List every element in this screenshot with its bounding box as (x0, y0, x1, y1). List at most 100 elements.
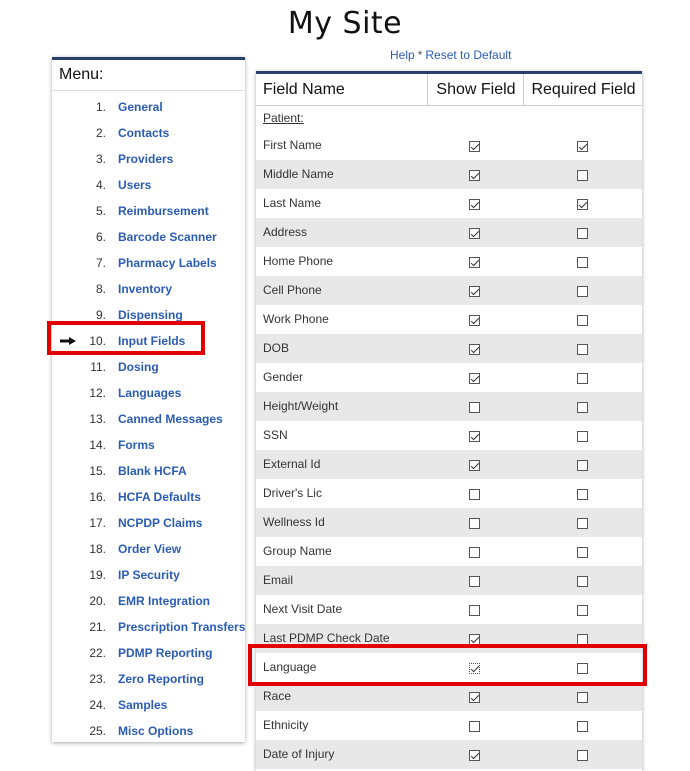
menu-item-label[interactable]: Prescription Transfers (118, 614, 245, 640)
header-field-name: Field Name (263, 81, 345, 98)
menu-item-label[interactable]: EMR Integration (118, 588, 210, 614)
menu-item[interactable]: 20. EMR Integration (52, 588, 245, 614)
show-field-checkbox[interactable] (469, 460, 480, 471)
show-field-checkbox[interactable] (469, 141, 480, 152)
required-field-checkbox[interactable] (577, 692, 588, 703)
menu-item-label[interactable]: Pharmacy Labels (118, 250, 217, 276)
menu-item-label[interactable]: Inventory (118, 276, 172, 302)
menu-item-label[interactable]: Forms (118, 432, 155, 458)
required-field-checkbox[interactable] (577, 141, 588, 152)
required-field-checkbox[interactable] (577, 547, 588, 558)
menu-item[interactable]: 25. Misc Options (52, 718, 245, 744)
menu-item[interactable]: 9. Dispensing (52, 302, 245, 328)
help-link[interactable]: Help (390, 48, 415, 62)
required-field-checkbox[interactable] (577, 344, 588, 355)
menu-item-label[interactable]: Input Fields (118, 328, 185, 354)
menu-item[interactable]: 7. Pharmacy Labels (52, 250, 245, 276)
required-field-checkbox[interactable] (577, 199, 588, 210)
menu-item[interactable]: 19. IP Security (52, 562, 245, 588)
show-field-checkbox[interactable] (469, 431, 480, 442)
menu-item-label[interactable]: Languages (118, 380, 181, 406)
menu-item-label[interactable]: Reimbursement (118, 198, 209, 224)
menu-item[interactable]: 11. Dosing (52, 354, 245, 380)
menu-item[interactable]: 5. Reimbursement (52, 198, 245, 224)
show-field-checkbox[interactable] (469, 170, 480, 181)
menu-item-label[interactable]: Misc Options (118, 718, 193, 744)
menu-item[interactable]: 15. Blank HCFA (52, 458, 245, 484)
menu-item[interactable]: 24. Samples (52, 692, 245, 718)
menu-item-label[interactable]: Dispensing (118, 302, 183, 328)
menu-item[interactable]: 14. Forms (52, 432, 245, 458)
menu-item-label[interactable]: Blank HCFA (118, 458, 187, 484)
required-field-checkbox[interactable] (577, 721, 588, 732)
menu-item-label[interactable]: Users (118, 172, 151, 198)
show-field-checkbox[interactable] (469, 605, 480, 616)
menu-item-label[interactable]: NCPDP Claims (118, 510, 202, 536)
required-field-checkbox[interactable] (577, 489, 588, 500)
menu-item[interactable]: 18. Order View (52, 536, 245, 562)
menu-item-label[interactable]: General (118, 94, 163, 120)
show-field-checkbox[interactable] (469, 663, 480, 674)
menu-item-label[interactable]: Barcode Scanner (118, 224, 217, 250)
menu-item-label[interactable]: Providers (118, 146, 173, 172)
menu-item-label[interactable]: Samples (118, 692, 167, 718)
required-field-checkbox[interactable] (577, 518, 588, 529)
required-field-checkbox[interactable] (577, 634, 588, 645)
required-field-checkbox[interactable] (577, 286, 588, 297)
menu-item-label[interactable]: Canned Messages (118, 406, 223, 432)
menu-item[interactable]: 4. Users (52, 172, 245, 198)
show-field-checkbox[interactable] (469, 315, 480, 326)
show-field-checkbox[interactable] (469, 402, 480, 413)
show-field-checkbox[interactable] (469, 373, 480, 384)
required-field-checkbox[interactable] (577, 402, 588, 413)
show-field-checkbox[interactable] (469, 344, 480, 355)
required-field-checkbox[interactable] (577, 257, 588, 268)
menu-item[interactable]: 16. HCFA Defaults (52, 484, 245, 510)
menu-item-label[interactable]: Dosing (118, 354, 159, 380)
reset-to-default-link[interactable]: Reset to Default (425, 48, 511, 62)
menu-panel: Menu: 1. General 2. Contacts 3. Providers 4. Us… (52, 57, 245, 742)
required-field-checkbox[interactable] (577, 315, 588, 326)
required-field-checkbox[interactable] (577, 431, 588, 442)
menu-item[interactable]: 13. Canned Messages (52, 406, 245, 432)
show-field-checkbox[interactable] (469, 692, 480, 703)
show-field-checkbox[interactable] (469, 286, 480, 297)
required-field-checkbox[interactable] (577, 170, 588, 181)
show-field-checkbox[interactable] (469, 199, 480, 210)
show-field-checkbox[interactable] (469, 547, 480, 558)
required-field-checkbox[interactable] (577, 663, 588, 674)
menu-item-label[interactable]: Contacts (118, 120, 169, 146)
required-field-checkbox[interactable] (577, 605, 588, 616)
show-field-checkbox[interactable] (469, 576, 480, 587)
menu-item-label[interactable]: IP Security (118, 562, 180, 588)
show-field-checkbox[interactable] (469, 489, 480, 500)
menu-item[interactable]: 12. Languages (52, 380, 245, 406)
show-field-checkbox[interactable] (469, 228, 480, 239)
menu-item[interactable]: 23. Zero Reporting (52, 666, 245, 692)
required-field-checkbox[interactable] (577, 460, 588, 471)
required-field-checkbox[interactable] (577, 228, 588, 239)
menu-item-number: 20. (89, 594, 106, 608)
menu-item-number: 21. (89, 620, 106, 634)
menu-item[interactable]: 17. NCPDP Claims (52, 510, 245, 536)
menu-item[interactable]: 3. Providers (52, 146, 245, 172)
menu-item-label[interactable]: Order View (118, 536, 181, 562)
menu-item[interactable]: 8. Inventory (52, 276, 245, 302)
menu-item[interactable]: 22. PDMP Reporting (52, 640, 245, 666)
menu-item[interactable]: 10. Input Fields (52, 328, 245, 354)
menu-item[interactable]: 1. General (52, 94, 245, 120)
show-field-checkbox[interactable] (469, 721, 480, 732)
menu-item[interactable]: 6. Barcode Scanner (52, 224, 245, 250)
show-field-checkbox[interactable] (469, 634, 480, 645)
menu-item[interactable]: 21. Prescription Transfers (52, 614, 245, 640)
show-field-checkbox[interactable] (469, 750, 480, 761)
required-field-checkbox[interactable] (577, 576, 588, 587)
menu-item-label[interactable]: PDMP Reporting (118, 640, 212, 666)
required-field-checkbox[interactable] (577, 750, 588, 761)
show-field-checkbox[interactable] (469, 518, 480, 529)
menu-item-label[interactable]: Zero Reporting (118, 666, 204, 692)
menu-item-label[interactable]: HCFA Defaults (118, 484, 201, 510)
menu-item[interactable]: 2. Contacts (52, 120, 245, 146)
required-field-checkbox[interactable] (577, 373, 588, 384)
show-field-checkbox[interactable] (469, 257, 480, 268)
